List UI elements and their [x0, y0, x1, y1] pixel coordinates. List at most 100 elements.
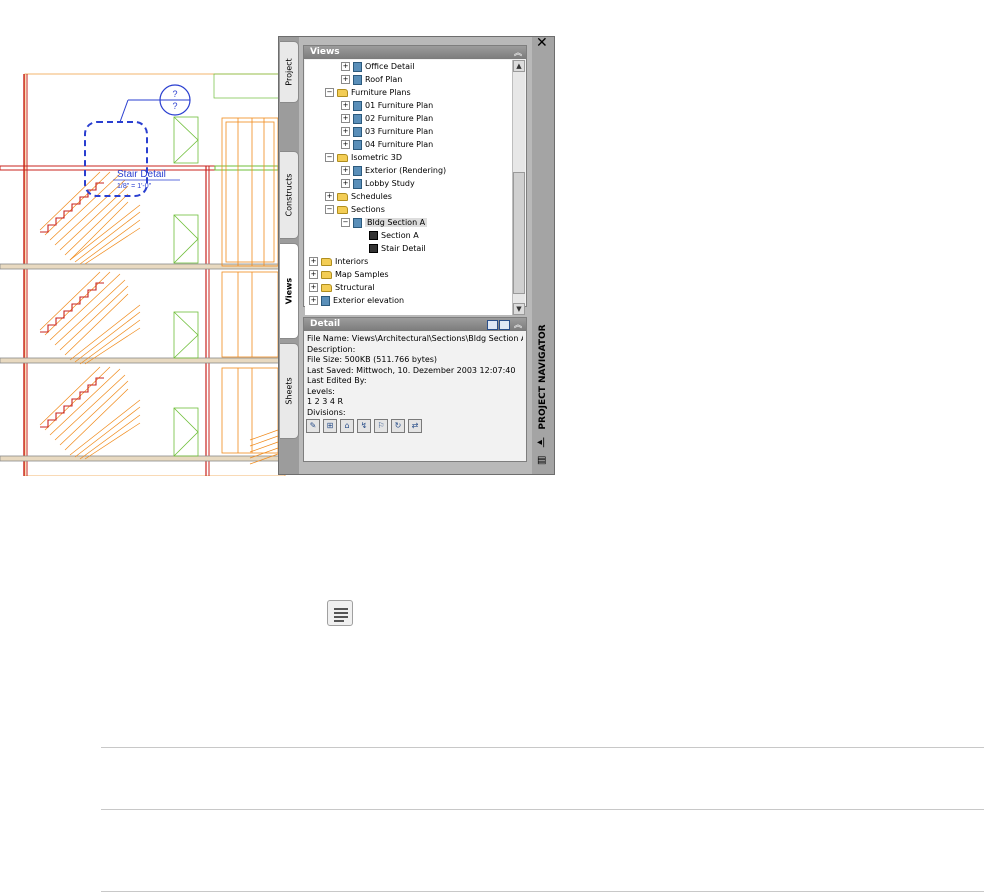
tree-item[interactable]: + Exterior elevation	[309, 294, 404, 307]
expand-icon[interactable]: +	[309, 296, 318, 305]
detail-header[interactable]: Detail ︽	[304, 318, 526, 331]
tree-item-selected[interactable]: − Bldg Section A	[341, 216, 428, 229]
tab-project[interactable]: Project	[280, 41, 299, 103]
view-icon	[353, 113, 362, 124]
detail-divisions-label: Divisions:	[307, 407, 346, 417]
folder-icon	[321, 270, 332, 279]
view-icon	[353, 126, 362, 137]
scroll-up-icon[interactable]: ▲	[513, 60, 525, 72]
regenerate-icon[interactable]: ↯	[357, 419, 371, 433]
detail-toggle-icon[interactable]	[487, 320, 498, 330]
tree-item[interactable]: + Office Detail	[341, 60, 414, 73]
expand-icon[interactable]: +	[341, 140, 350, 149]
view-icon	[321, 295, 330, 306]
add-detail-icon[interactable]: ⊞	[323, 419, 337, 433]
collapse-icon[interactable]: ︽	[514, 318, 522, 331]
tree-item[interactable]: + Schedules	[325, 190, 392, 203]
tree-item[interactable]: − Isometric 3D	[325, 151, 402, 164]
tree-item[interactable]: + Lobby Study	[341, 177, 415, 190]
collapse-icon[interactable]: ︽	[514, 46, 522, 59]
collapse-node-icon[interactable]: −	[325, 205, 334, 214]
tree-item-label: Bldg Section A	[365, 218, 428, 227]
folder-icon	[337, 153, 348, 162]
tree-item[interactable]: +02 Furniture Plan	[341, 112, 433, 125]
add-view-icon[interactable]: ✎	[306, 419, 320, 433]
properties-menu-icon	[327, 600, 353, 626]
views-scrollbar[interactable]: ▲ ▼	[512, 60, 525, 315]
detail-last-saved: Last Saved: Mittwoch, 10. Dezember 2003 …	[307, 365, 516, 375]
callout-marker-top: ?	[172, 89, 177, 99]
tree-item[interactable]: + Roof Plan	[341, 73, 402, 86]
filter-icon[interactable]: ⚐	[374, 419, 388, 433]
callout-marker-bottom: ?	[172, 101, 177, 111]
collapse-node-icon[interactable]: −	[325, 88, 334, 97]
tab-label: Views	[284, 277, 294, 305]
expand-icon[interactable]: +	[309, 257, 318, 266]
tree-item-label: Exterior elevation	[333, 296, 405, 305]
tree-item[interactable]: +01 Furniture Plan	[341, 99, 433, 112]
expand-icon[interactable]: +	[341, 179, 350, 188]
properties-menu-icon[interactable]: ▤	[537, 455, 546, 466]
scroll-thumb[interactable]	[513, 172, 525, 294]
close-icon[interactable]: ✕	[536, 35, 548, 51]
views-header-title: Views	[310, 47, 340, 57]
auto-hide-icon[interactable]: ◂|	[537, 437, 545, 448]
expand-icon[interactable]: +	[341, 166, 350, 175]
expand-icon[interactable]: +	[325, 192, 334, 201]
tab-label: Project	[284, 58, 294, 86]
tree-item-label: Section A	[381, 231, 419, 240]
tab-constructs[interactable]: Constructs	[280, 151, 299, 239]
collapse-node-icon[interactable]: −	[325, 153, 334, 162]
expand-icon[interactable]: +	[341, 127, 350, 136]
expand-icon[interactable]: +	[309, 270, 318, 279]
repath-icon[interactable]: ⇄	[408, 419, 422, 433]
scroll-down-icon[interactable]: ▼	[513, 303, 525, 315]
tree-item-label: Isometric 3D	[351, 153, 402, 162]
tree-item-label: Furniture Plans	[351, 88, 411, 97]
palette-title-strip[interactable]: ✕ PROJECT NAVIGATOR ◂| ▤	[532, 35, 554, 474]
tab-sheets[interactable]: Sheets	[280, 343, 299, 439]
tree-item[interactable]: +03 Furniture Plan	[341, 125, 433, 138]
tree-item[interactable]: − Furniture Plans	[325, 86, 411, 99]
tree-item[interactable]: Section A	[369, 229, 419, 242]
tree-item[interactable]: + Exterior (Rendering)	[341, 164, 446, 177]
detail-levels-label: Levels:	[307, 386, 335, 396]
tab-label: Sheets	[284, 377, 294, 405]
views-header[interactable]: Views ︽	[304, 46, 526, 59]
tree-item[interactable]: + Map Samples	[309, 268, 389, 281]
collapse-node-icon[interactable]: −	[341, 218, 350, 227]
project-navigator-palette: Project Constructs Views Sheets Views ︽ …	[278, 35, 555, 475]
callout-label: Stair Detail	[117, 169, 166, 180]
tree-item-label: 02 Furniture Plan	[365, 114, 434, 123]
tree-item-label: 01 Furniture Plan	[365, 101, 434, 110]
expand-icon[interactable]: +	[309, 283, 318, 292]
section-view-icon	[369, 231, 378, 240]
expand-icon[interactable]: +	[341, 114, 350, 123]
view-icon	[353, 217, 362, 228]
tree-item-label: Interiors	[335, 257, 369, 266]
tree-item[interactable]: − Sections	[325, 203, 385, 216]
tree-item[interactable]: + Structural	[309, 281, 375, 294]
preview-toggle-icon[interactable]	[499, 320, 510, 330]
tree-item-label: Structural	[335, 283, 375, 292]
folder-icon	[337, 88, 348, 97]
tree-item[interactable]: Stair Detail	[369, 242, 426, 255]
views-section: Views ︽ + Office Detail + Roof Plan − Furni…	[303, 45, 527, 315]
palette-tabs: Project Constructs Views Sheets	[279, 37, 299, 474]
tree-item[interactable]: + Interiors	[309, 255, 368, 268]
palette-title: PROJECT NAVIGATOR	[538, 324, 548, 430]
add-elevation-icon[interactable]: ⌂	[340, 419, 354, 433]
views-tree[interactable]: + Office Detail + Roof Plan − Furniture Pla…	[305, 60, 512, 315]
tree-item-label: 04 Furniture Plan	[365, 140, 434, 149]
expand-icon[interactable]: +	[341, 62, 350, 71]
refresh-icon[interactable]: ↻	[391, 419, 405, 433]
view-icon	[353, 165, 362, 176]
tree-item-label: Schedules	[351, 192, 392, 201]
tree-item[interactable]: +04 Furniture Plan	[341, 138, 433, 151]
expand-icon[interactable]: +	[341, 75, 350, 84]
detail-description: Description:	[307, 344, 356, 354]
tree-item-label: 03 Furniture Plan	[365, 127, 434, 136]
tab-views[interactable]: Views	[280, 243, 299, 339]
expand-icon[interactable]: +	[341, 101, 350, 110]
tree-item-label: Stair Detail	[381, 244, 426, 253]
